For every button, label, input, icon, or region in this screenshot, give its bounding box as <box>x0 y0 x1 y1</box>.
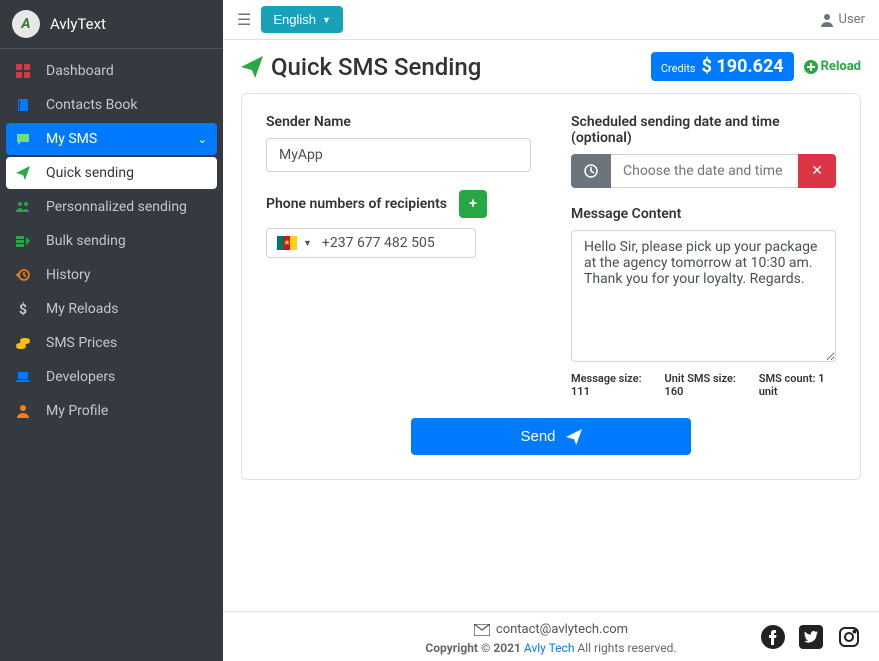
sidebar-item-label: My Reloads <box>46 301 119 317</box>
facebook-icon[interactable] <box>761 625 785 649</box>
bulk-icon <box>16 234 36 248</box>
chevron-down-icon: ⌄ <box>198 133 207 146</box>
comment-icon <box>16 132 36 146</box>
close-icon: ✕ <box>811 163 823 179</box>
phone-number-value: +237 677 482 505 <box>322 235 435 251</box>
user-icon <box>820 13 834 27</box>
clock-icon <box>571 154 611 188</box>
sidebar-item-label: Quick sending <box>46 165 134 181</box>
svg-text:$: $ <box>19 302 27 316</box>
sidebar: A AvlyText Dashboard Contacts Book My <box>0 0 223 661</box>
sidebar-item-bulk[interactable]: Bulk sending <box>6 225 217 257</box>
sidebar-item-label: My Profile <box>46 403 108 419</box>
sidebar-item-label: My SMS <box>46 131 97 147</box>
plane-icon <box>16 166 36 180</box>
sidebar-item-mysms[interactable]: My SMS ⌄ <box>6 123 217 155</box>
brand[interactable]: A AvlyText <box>0 0 223 49</box>
footer: contact@avlytech.com Copyright © 2021 Av… <box>223 611 879 661</box>
plus-circle-icon <box>804 60 818 74</box>
recipients-label: Phone numbers of recipients <box>266 196 447 212</box>
book-icon <box>16 98 36 112</box>
page-title: Quick SMS Sending <box>241 53 481 81</box>
envelope-icon <box>474 624 490 636</box>
language-label: English <box>273 12 316 27</box>
laptop-icon <box>16 370 36 384</box>
sidebar-item-profile[interactable]: My Profile <box>6 395 217 427</box>
message-content-input[interactable] <box>571 230 836 362</box>
sidebar-item-label: Developers <box>46 369 115 385</box>
twitter-icon[interactable] <box>799 625 823 649</box>
sidebar-item-label: Personnalized sending <box>46 199 187 215</box>
coins-icon <box>16 336 36 350</box>
dollar-icon: $ <box>16 302 36 316</box>
send-button[interactable]: Send <box>411 418 691 455</box>
caret-down-icon: ▼ <box>303 238 312 249</box>
plane-icon <box>241 56 263 78</box>
credits-badge: Credits $ 190.624 <box>651 52 794 81</box>
sidebar-item-label: Dashboard <box>46 63 114 79</box>
topbar: ☰ English ▼ User <box>223 0 879 40</box>
sidebar-item-history[interactable]: History <box>6 259 217 291</box>
user-menu[interactable]: User <box>820 12 865 27</box>
credits-label: Credits <box>661 62 696 75</box>
date-input[interactable] <box>611 154 798 188</box>
sidebar-item-personnalized[interactable]: Personnalized sending <box>6 191 217 223</box>
plane-icon <box>566 429 582 445</box>
instagram-icon[interactable] <box>837 625 861 649</box>
sidebar-item-prices[interactable]: SMS Prices <box>6 327 217 359</box>
sidebar-item-label: Bulk sending <box>46 233 126 249</box>
flag-cameroon-icon <box>277 236 297 250</box>
grid-icon <box>16 64 36 78</box>
brand-name: AvlyText <box>50 15 106 33</box>
clear-date-button[interactable]: ✕ <box>798 154 836 188</box>
caret-down-icon: ▼ <box>322 15 331 25</box>
sidebar-item-developers[interactable]: Developers <box>6 361 217 393</box>
date-label: Scheduled sending date and time (optiona… <box>571 114 836 146</box>
menu-toggle-icon[interactable]: ☰ <box>237 10 251 29</box>
brand-logo-icon: A <box>12 10 40 38</box>
user-icon <box>16 404 36 418</box>
company-link[interactable]: Avly Tech <box>524 641 575 655</box>
sidebar-nav: Dashboard Contacts Book My SMS ⌄ Quick <box>0 49 223 435</box>
sidebar-item-label: History <box>46 267 91 283</box>
content-label: Message Content <box>571 206 836 222</box>
language-dropdown[interactable]: English ▼ <box>261 6 343 33</box>
sidebar-item-label: SMS Prices <box>46 335 117 351</box>
sidebar-item-reloads[interactable]: $ My Reloads <box>6 293 217 325</box>
users-cog-icon <box>16 200 36 214</box>
form-card: Sender Name Phone numbers of recipients … <box>241 93 861 480</box>
message-meta: Message size: 111 Unit SMS size: 160 SMS… <box>571 372 836 398</box>
sidebar-item-quick-sending[interactable]: Quick sending <box>6 157 217 189</box>
sidebar-item-dashboard[interactable]: Dashboard <box>6 55 217 87</box>
plus-icon: + <box>469 196 477 212</box>
history-icon <box>16 268 36 282</box>
sender-name-label: Sender Name <box>266 114 531 130</box>
credits-amount: $ 190.624 <box>702 56 784 77</box>
sidebar-item-contacts[interactable]: Contacts Book <box>6 89 217 121</box>
reload-button[interactable]: Reload <box>804 59 861 74</box>
user-label: User <box>839 12 865 27</box>
sidebar-item-label: Contacts Book <box>46 97 137 113</box>
add-recipient-button[interactable]: + <box>459 190 487 218</box>
sender-name-input[interactable] <box>266 138 531 172</box>
phone-input[interactable]: ▼ +237 677 482 505 <box>266 228 476 258</box>
